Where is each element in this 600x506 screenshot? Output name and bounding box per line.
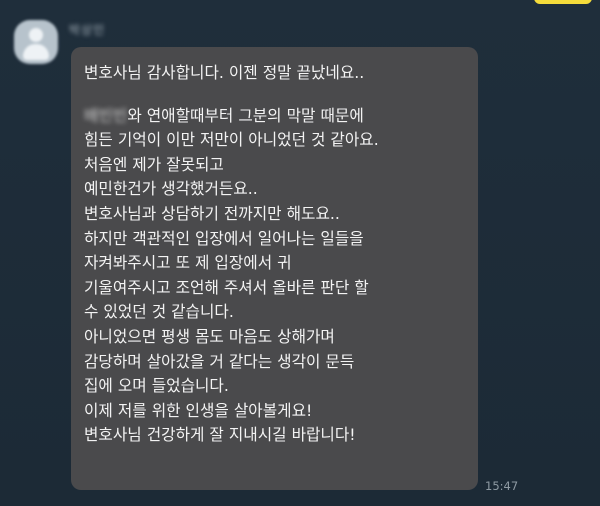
chat-screen: 박상민 변호사님 감사합니다. 이젠 정말 끝났네요.. 배빈빈와 연애할때부터… [0,0,600,506]
message-timestamp: 15:47 [485,479,519,493]
message-line: 변호사님 감사합니다. 이젠 정말 끝났네요.. [84,63,365,82]
redacted-name: 배빈빈 [84,105,128,125]
message-line: 예민한건가 생각했거든요.. [84,179,258,199]
message-line-with-redaction: 배빈빈와 연애할때부터 그분의 막말 때문에 [84,104,468,129]
sender-name: 박상민 [69,23,106,37]
message-line: 변호사님과 상담하기 전까지만 해도요.. [84,203,340,223]
message-line: 집에 오며 들었습니다. [84,376,229,396]
message-line: 처음엔 제가 잘못되고 [84,154,224,174]
message-line: 기울여주시고 조언해 주셔서 올바른 판단 할 [84,277,369,297]
top-right-yellow-badge [534,0,592,4]
message-line: 수 있었던 것 같습니다. [84,302,234,322]
message-line: 힘든 기억이 이만 저만이 아니었던 것 같아요. [84,130,379,150]
avatar-head-shape [29,28,43,42]
avatar-body-shape [23,44,49,60]
message-bubble[interactable]: 변호사님 감사합니다. 이젠 정말 끝났네요.. 배빈빈와 연애할때부터 그분의… [71,47,478,490]
message-line: 감당하며 살아갔을 거 같다는 생각이 문득 [84,351,355,371]
message-line: 자켜봐주시고 또 제 입장에서 귀 [84,253,292,273]
message-line: 하지만 객관적인 입장에서 일어나는 일들을 [84,228,364,248]
message-line: 변호사님 건강하게 잘 지내시길 바랍니다! [84,425,356,445]
message-line: 아니었으면 평생 몸도 마음도 상해가며 [84,326,335,346]
sender-avatar[interactable] [14,20,58,64]
message-line-text: 와 연애할때부터 그분의 막말 때문에 [127,105,364,125]
message-line: 이제 저를 위한 인생을 살아볼게요! [84,400,313,420]
